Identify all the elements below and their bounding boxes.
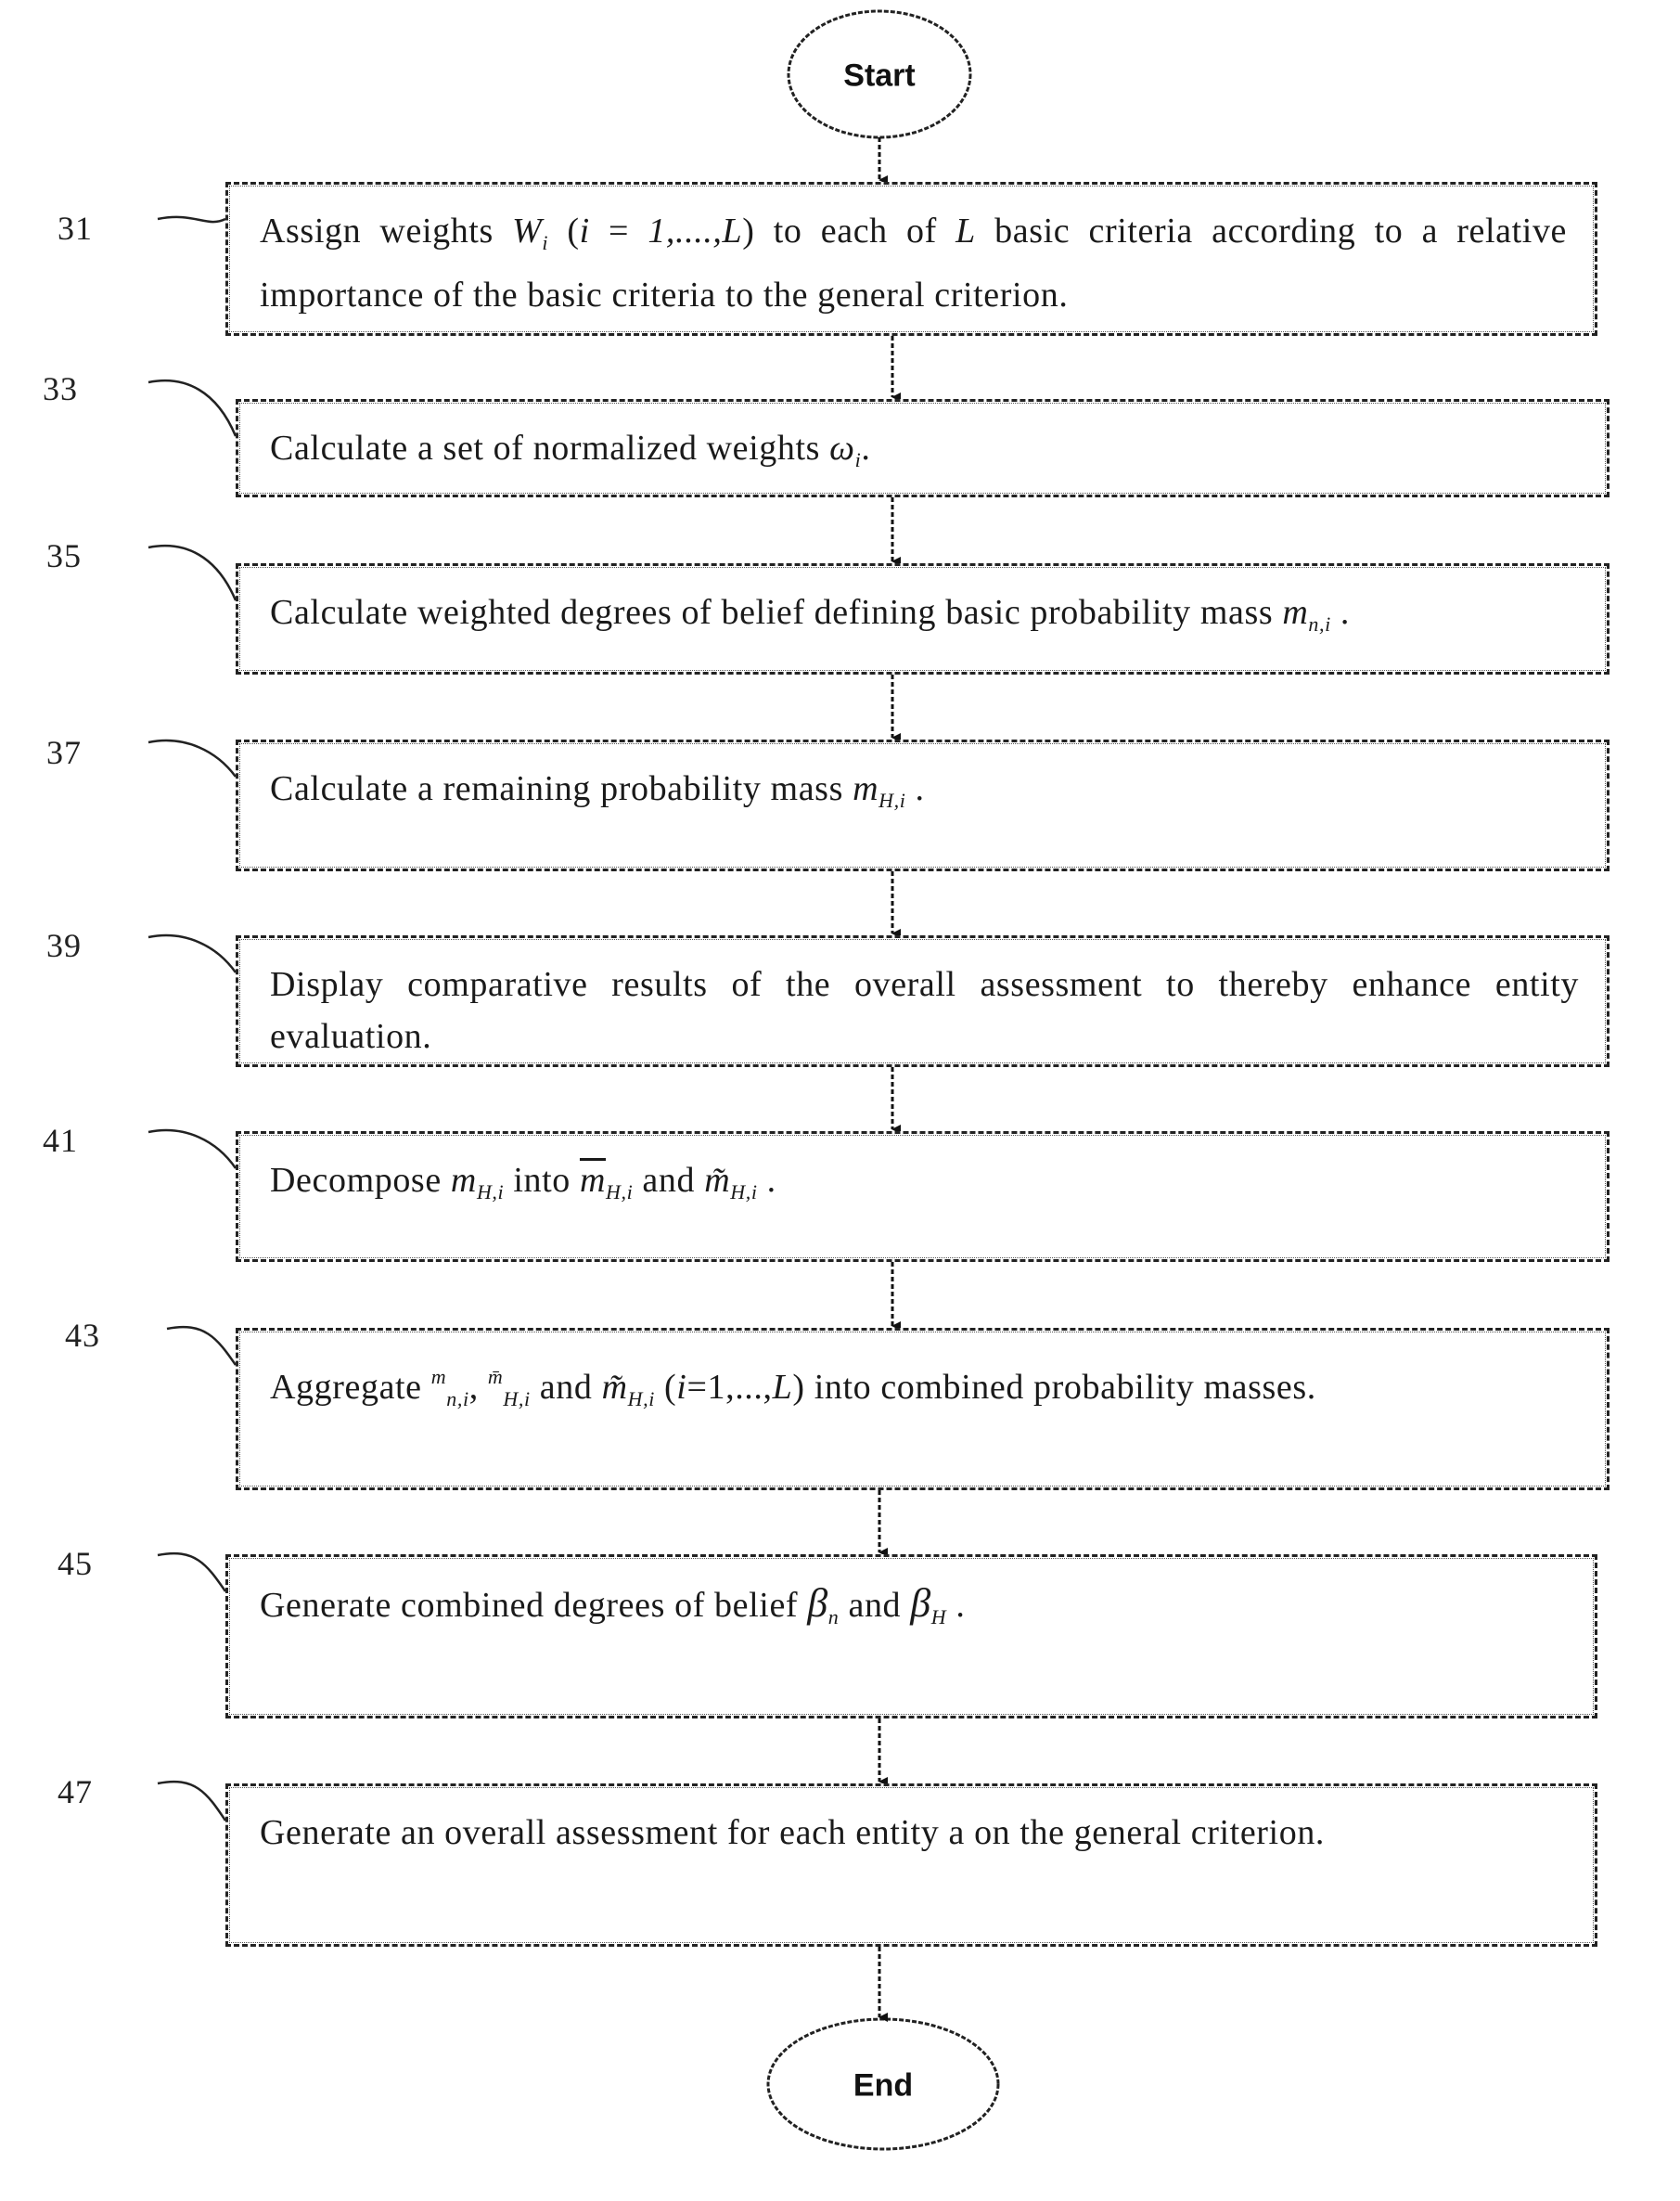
step-text: Generate combined degrees of belief βn a… [260, 1577, 1567, 1643]
step-text-fragment: H,i [503, 1387, 531, 1410]
reference-leader-line [147, 1128, 237, 1169]
reference-leader-line [166, 1325, 237, 1366]
step-text-fragment: ( [548, 212, 580, 251]
step-reference-number: 41 [43, 1122, 78, 1159]
step-text-fragment: ( [654, 1368, 677, 1407]
step-text-fragment: . [757, 1161, 776, 1200]
step-reference-number: 37 [46, 734, 82, 771]
step-text-fragment: , [468, 1368, 488, 1407]
step-text: Calculate weighted degrees of belief def… [270, 586, 1579, 650]
reference-leader-line [147, 739, 237, 778]
step-text-fragment: . [1330, 593, 1351, 632]
step-reference-number: 45 [58, 1545, 93, 1582]
process-step-35: Calculate weighted degrees of belief def… [236, 563, 1609, 675]
step-text-fragment: Generate an overall assessment for each … [260, 1813, 1326, 1852]
step-text-fragment: . [946, 1586, 966, 1625]
step-text-fragment: H,i [476, 1180, 505, 1203]
step-reference-number: 31 [58, 210, 93, 247]
step-text-fragment: H,i [627, 1387, 655, 1410]
step-text-fragment: . [905, 769, 925, 808]
step-text-fragment: β [807, 1580, 828, 1626]
step-text-fragment: Calculate weighted degrees of belief def… [270, 593, 1283, 632]
step-text-fragment: n [827, 1605, 840, 1628]
process-step-33: Calculate a set of normalized weights ωi… [236, 399, 1609, 497]
step-text-fragment: H,i [878, 789, 906, 812]
step-text-fragment: β [910, 1580, 931, 1626]
step-text-fragment: n,i [446, 1387, 469, 1410]
step-text-fragment: Generate combined degrees of belief [260, 1586, 808, 1625]
step-text-fragment: m̄ [487, 1365, 504, 1388]
process-step-47: Generate an overall assessment for each … [225, 1783, 1597, 1947]
step-text-fragment: m̃ [704, 1161, 731, 1200]
reference-leader-line [157, 215, 226, 224]
process-step-31: Assign weights Wi (i = 1,....,L) to each… [225, 182, 1597, 336]
process-step-39: Display comparative results of the overa… [236, 935, 1609, 1067]
step-text: Aggregate mn,i, m̄H,i and m̃H,i (i=1,...… [270, 1351, 1579, 1425]
step-text-fragment: and [530, 1368, 602, 1407]
reference-leader-line [157, 1551, 227, 1592]
step-text-fragment: m̃ [601, 1368, 628, 1407]
process-step-41: Decompose mH,i into mH,i and m̃H,i . [236, 1131, 1609, 1262]
step-text-fragment: Assign weights [260, 212, 513, 251]
step-text-fragment: into [504, 1161, 580, 1200]
reference-leader-line [157, 1780, 227, 1821]
step-text: Decompose mH,i into mH,i and m̃H,i . [270, 1154, 1579, 1218]
step-text-fragment: Decompose [270, 1161, 451, 1200]
step-text: Calculate a set of normalized weights ωi… [270, 422, 1579, 486]
reference-leader-line [147, 933, 237, 973]
step-text-fragment: n,i [1308, 612, 1331, 636]
step-text-fragment: ) to each of [742, 212, 956, 251]
step-text-fragment: Calculate a remaining probability mass [270, 769, 853, 808]
step-text-fragment: m [430, 1365, 447, 1388]
step-text-fragment: H,i [606, 1180, 634, 1203]
end-label: End [853, 2067, 914, 2104]
step-text: Assign weights Wi (i = 1,....,L) to each… [260, 205, 1567, 321]
step-text: Display comparative results of the overa… [270, 959, 1579, 1062]
step-text: Generate an overall assessment for each … [260, 1807, 1567, 1859]
reference-leader-line [147, 379, 237, 437]
step-text-fragment: ) into combined probability masses. [792, 1368, 1316, 1407]
step-text-fragment: i [579, 212, 590, 251]
step-reference-number: 39 [46, 927, 82, 964]
step-text-fragment: m [579, 1161, 607, 1200]
step-reference-number: 47 [58, 1773, 93, 1810]
step-text-fragment: =1,..., [686, 1368, 773, 1407]
step-text-fragment: 1,....,L [648, 212, 743, 251]
step-text-fragment: = [589, 212, 648, 251]
step-text-fragment: and [633, 1161, 705, 1200]
process-step-37: Calculate a remaining probability mass m… [236, 740, 1609, 871]
step-text-fragment: Calculate a set of normalized weights [270, 429, 830, 468]
process-step-43: Aggregate mn,i, m̄H,i and m̃H,i (i=1,...… [236, 1328, 1609, 1490]
step-text-fragment: ω [829, 429, 855, 468]
step-reference-number: 43 [65, 1317, 100, 1354]
step-text: Calculate a remaining probability mass m… [270, 763, 1579, 827]
step-text-fragment: i [676, 1368, 687, 1407]
step-text-fragment: H,i [730, 1180, 758, 1203]
step-text-fragment: Display comparative results of the overa… [270, 965, 1579, 1056]
step-text-fragment: Aggregate [270, 1368, 431, 1407]
step-text-fragment: m [853, 769, 879, 808]
start-label: Start [843, 58, 916, 94]
step-reference-number: 33 [43, 370, 78, 407]
step-text-fragment: L [955, 212, 976, 251]
step-text-fragment: m [450, 1161, 477, 1200]
reference-leader-line [147, 544, 237, 601]
step-reference-number: 35 [46, 537, 82, 574]
step-text-fragment: and [839, 1586, 911, 1625]
step-text-fragment: m [1282, 593, 1309, 632]
step-text-fragment: L [772, 1368, 793, 1407]
step-text-fragment: W [512, 212, 543, 251]
step-text-fragment: . [861, 429, 871, 468]
process-step-45: Generate combined degrees of belief βn a… [225, 1554, 1597, 1718]
step-text-fragment: H [930, 1605, 947, 1628]
